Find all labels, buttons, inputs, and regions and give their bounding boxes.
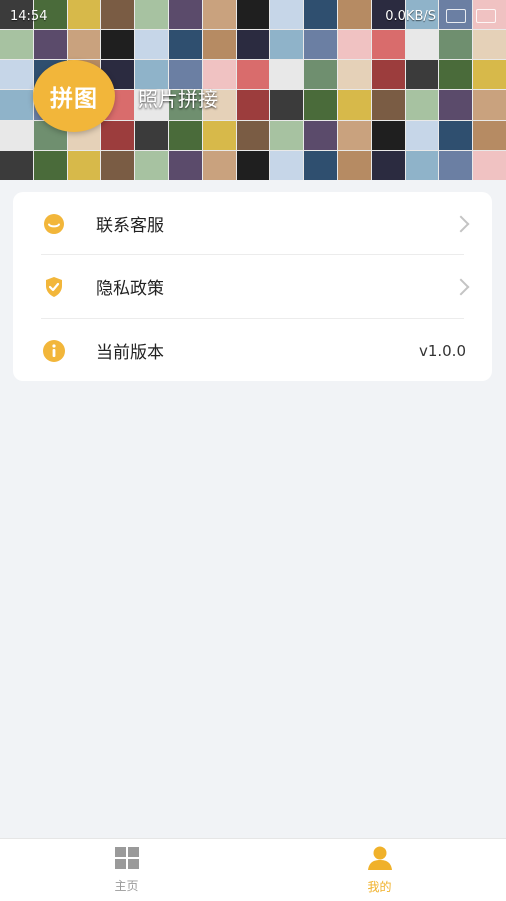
collage-photo-tile — [304, 90, 337, 120]
menu-item-label: 当前版本 — [96, 343, 164, 363]
nav-label: 主页 — [114, 879, 139, 893]
collage-photo-tile — [236, 60, 270, 90]
menu-item-current-version[interactable]: 当前版本 v1.0.0 — [13, 319, 492, 382]
collage-photo-tile — [439, 120, 473, 150]
collage-photo-tile — [202, 150, 236, 180]
collage-photo-tile — [0, 150, 33, 180]
collage-photo-tile — [473, 90, 506, 120]
collage-photo-tile — [135, 120, 168, 150]
collage-photo-tile — [337, 30, 371, 60]
shield-check-icon — [42, 275, 66, 299]
battery-icon — [476, 9, 496, 23]
collage-photo-tile — [270, 90, 304, 120]
nav-label: 我的 — [367, 880, 392, 894]
status-time: 14:54 — [10, 8, 48, 24]
collage-photo-tile — [304, 60, 337, 90]
collage-photo-tile — [473, 60, 506, 90]
nav-item-home[interactable]: 主页 — [0, 839, 253, 901]
collage-photo-tile — [33, 150, 67, 180]
collage-photo-tile — [473, 150, 506, 180]
collage-photo-tile — [439, 60, 473, 90]
menu-item-label: 联系客服 — [96, 216, 164, 236]
bottom-navigation: 主页 我的 — [0, 838, 506, 901]
collage-photo-tile — [0, 30, 33, 60]
collage-photo-tile — [270, 60, 304, 90]
collage-photo-tile — [337, 120, 371, 150]
settings-card: 联系客服 隐私政策 当前版本 v1.0.0 — [13, 192, 492, 381]
collage-photo-tile — [405, 30, 439, 60]
chevron-right-icon — [452, 215, 470, 232]
person-icon — [366, 845, 394, 874]
collage-photo-tile — [33, 30, 67, 60]
menu-item-label: 隐私政策 — [96, 279, 164, 299]
collage-photo-tile — [236, 30, 270, 60]
menu-item-contact-service[interactable]: 联系客服 — [13, 192, 492, 255]
collage-photo-tile — [405, 60, 439, 90]
collage-photo-tile — [337, 90, 371, 120]
collage-photo-tile — [168, 30, 202, 60]
collage-photo-tile — [405, 120, 439, 150]
collage-photo-tile — [304, 150, 337, 180]
app-logo: 拼图 — [33, 60, 115, 132]
network-speed: 0.0KB/S — [385, 8, 436, 24]
collage-photo-tile — [439, 30, 473, 60]
collage-photo-tile — [337, 150, 371, 180]
collage-photo-tile — [67, 30, 101, 60]
signal-icon — [446, 9, 466, 23]
collage-photo-tile — [270, 30, 304, 60]
collage-photo-tile — [202, 30, 236, 60]
grid-icon — [114, 846, 140, 873]
collage-photo-tile — [236, 150, 270, 180]
collage-photo-tile — [371, 90, 405, 120]
version-value: v1.0.0 — [418, 341, 466, 360]
collage-photo-tile — [270, 150, 304, 180]
collage-photo-tile — [0, 90, 33, 120]
chat-bubble-icon — [42, 212, 66, 236]
app-title: 照片拼接 — [138, 87, 218, 111]
chevron-right-icon — [452, 278, 470, 295]
collage-photo-tile — [101, 120, 135, 150]
menu-item-privacy-policy[interactable]: 隐私政策 — [13, 255, 492, 318]
collage-photo-tile — [168, 120, 202, 150]
collage-photo-tile — [405, 150, 439, 180]
collage-photo-tile — [67, 150, 101, 180]
collage-photo-tile — [337, 60, 371, 90]
collage-photo-tile — [371, 60, 405, 90]
collage-photo-tile — [473, 30, 506, 60]
collage-photo-tile — [405, 90, 439, 120]
collage-photo-tile — [371, 30, 405, 60]
collage-photo-tile — [202, 120, 236, 150]
status-bar: 14:54 0.0KB/S — [0, 0, 506, 32]
collage-photo-tile — [304, 120, 337, 150]
collage-photo-tile — [304, 30, 337, 60]
collage-photo-tile — [236, 90, 270, 120]
collage-photo-tile — [439, 90, 473, 120]
collage-photo-tile — [168, 150, 202, 180]
header-banner: 14:54 0.0KB/S 拼图 照片拼接 — [0, 0, 506, 180]
collage-photo-tile — [0, 120, 33, 150]
collage-photo-tile — [101, 150, 135, 180]
collage-photo-tile — [371, 150, 405, 180]
collage-photo-tile — [371, 120, 405, 150]
collage-photo-tile — [135, 150, 168, 180]
collage-photo-tile — [473, 120, 506, 150]
collage-photo-tile — [236, 120, 270, 150]
info-icon — [42, 339, 66, 363]
collage-photo-tile — [0, 60, 33, 90]
nav-item-mine[interactable]: 我的 — [253, 839, 506, 901]
logo-text: 拼图 — [50, 86, 98, 112]
collage-photo-tile — [135, 30, 168, 60]
collage-photo-tile — [101, 30, 135, 60]
collage-photo-tile — [439, 150, 473, 180]
collage-photo-tile — [270, 120, 304, 150]
